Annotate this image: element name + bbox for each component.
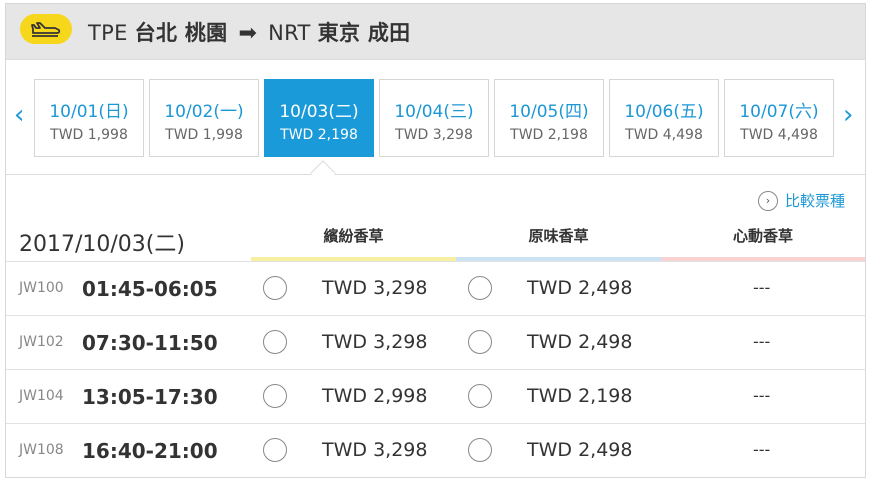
chevron-left-icon[interactable]: ‹	[14, 102, 24, 128]
date-label: 10/01(日)	[49, 102, 129, 122]
route-badge	[20, 14, 72, 44]
flight-number: JW104	[19, 388, 64, 404]
date-price: TWD 1,998	[165, 127, 243, 143]
fare-radio-button[interactable]	[468, 276, 492, 300]
date-price: TWD 4,498	[740, 127, 818, 143]
selected-date-heading: 2017/10/03(二)	[19, 232, 185, 257]
origin-code: TPE	[88, 21, 128, 45]
fare-price: TWD 3,298	[322, 277, 428, 299]
route-arrow-icon: ➡	[238, 21, 258, 46]
fare-price: TWD 2,998	[322, 385, 428, 407]
dest-city: 東京 成田	[317, 21, 411, 45]
date-price: TWD 2,198	[280, 127, 358, 143]
date-card[interactable]: 10/02(一) TWD 1,998	[149, 79, 259, 157]
date-card[interactable]: 10/04(三) TWD 3,298	[379, 79, 489, 157]
fare-unavailable: ---	[753, 278, 771, 297]
fare-radio-button[interactable]	[468, 438, 492, 462]
fare-unavailable: ---	[753, 332, 771, 351]
fare-radio-button[interactable]	[468, 330, 492, 354]
fare-type-label: 心動香草	[732, 227, 793, 245]
fare-type-label: 原味香草	[528, 227, 589, 245]
route-header: TPE 台北 桃園 ➡ NRT 東京 成田	[6, 4, 865, 60]
fare-radio-button[interactable]	[263, 276, 287, 300]
chevron-right-circle-icon: ›	[758, 190, 778, 211]
compare-fares-label: 比較票種	[785, 192, 846, 210]
fare-price: TWD 2,198	[527, 385, 633, 407]
date-price: TWD 4,498	[625, 127, 703, 143]
date-label: 10/03(二)	[279, 102, 359, 122]
fare-radio-button[interactable]	[263, 330, 287, 354]
compare-fares-link[interactable]: › 比較票種	[758, 190, 845, 211]
date-card-selected[interactable]: 10/03(二) TWD 2,198	[264, 79, 374, 157]
flight-time: 07:30-11:50	[82, 331, 218, 355]
date-label: 10/07(六)	[739, 102, 819, 122]
fare-price: TWD 2,498	[527, 439, 633, 461]
fare-radio-button[interactable]	[263, 438, 287, 462]
fare-type-label: 繽紛香草	[323, 227, 384, 245]
fare-unavailable: ---	[753, 440, 771, 459]
fare-price: TWD 3,298	[322, 331, 428, 353]
flight-row: JW102 07:30-11:50 TWD 3,298 TWD 2,498 --…	[6, 315, 865, 369]
dest-code: NRT	[268, 21, 311, 45]
date-price: TWD 3,298	[395, 127, 473, 143]
fare-price: TWD 3,298	[322, 439, 428, 461]
flight-number: JW108	[19, 442, 64, 458]
flight-selector-panel: TPE 台北 桃園 ➡ NRT 東京 成田 ‹ 10/01(日) TWD 1,9…	[5, 3, 866, 478]
fare-price: TWD 2,498	[527, 277, 633, 299]
date-label: 10/04(三)	[394, 102, 474, 122]
flight-row: JW100 01:45-06:05 TWD 3,298 TWD 2,498 --…	[6, 261, 865, 315]
fare-unavailable: ---	[753, 386, 771, 405]
date-label: 10/05(四)	[509, 102, 589, 122]
date-price: TWD 1,998	[50, 127, 128, 143]
flight-row: JW108 16:40-21:00 TWD 3,298 TWD 2,498 --…	[6, 423, 865, 477]
date-label: 10/02(一)	[164, 102, 244, 122]
flight-time: 16:40-21:00	[82, 439, 218, 463]
route-title: TPE 台北 桃園 ➡ NRT 東京 成田	[88, 17, 410, 47]
fare-radio-button[interactable]	[263, 384, 287, 408]
date-card[interactable]: 10/05(四) TWD 2,198	[494, 79, 604, 157]
fare-radio-button[interactable]	[468, 384, 492, 408]
fare-price: TWD 2,498	[527, 331, 633, 353]
date-price: TWD 2,198	[510, 127, 588, 143]
date-strip: ‹ 10/01(日) TWD 1,998 10/02(一) TWD 1,998 …	[6, 61, 865, 186]
origin-city: 台北 桃園	[134, 21, 228, 45]
airplane-icon	[31, 22, 61, 37]
date-label: 10/06(五)	[624, 102, 704, 122]
fare-type-header-1: 繽紛香草	[251, 224, 456, 262]
selected-date-pointer	[310, 160, 336, 186]
flight-time: 13:05-17:30	[82, 385, 218, 409]
date-card[interactable]: 10/07(六) TWD 4,498	[724, 79, 834, 157]
flight-number: JW100	[19, 280, 64, 296]
chevron-right-icon[interactable]: ›	[843, 102, 853, 128]
date-card[interactable]: 10/06(五) TWD 4,498	[609, 79, 719, 157]
flight-time: 01:45-06:05	[82, 277, 218, 301]
fare-type-header-2: 原味香草	[456, 224, 661, 262]
date-card[interactable]: 10/01(日) TWD 1,998	[34, 79, 144, 157]
flight-row: JW104 13:05-17:30 TWD 2,998 TWD 2,198 --…	[6, 369, 865, 423]
fare-type-header-3: 心動香草	[661, 224, 865, 262]
flight-number: JW102	[19, 334, 64, 350]
